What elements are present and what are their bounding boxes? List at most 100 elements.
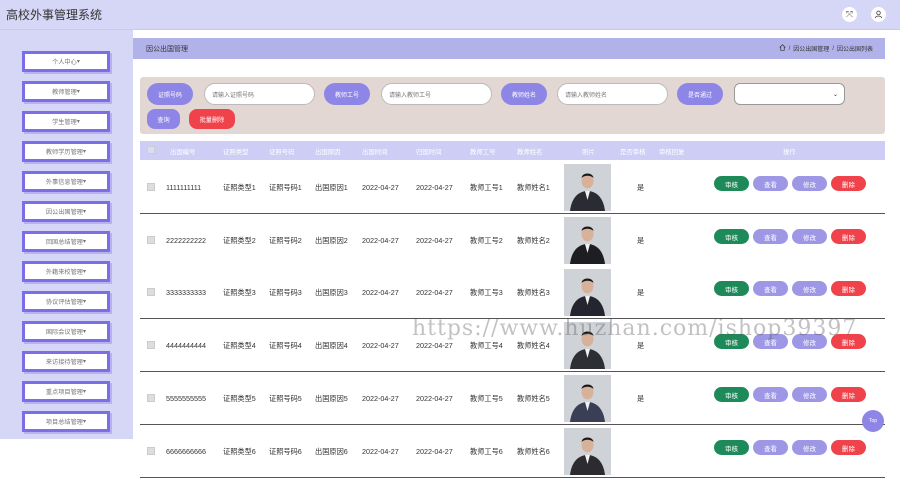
breadcrumb-item[interactable]: 因公出国管理	[793, 44, 829, 53]
chevron-down-icon: ▾	[83, 238, 87, 245]
sidebar-item[interactable]: 学生管理 ▾	[22, 111, 110, 132]
sidebar-item[interactable]: 因公出国管理 ▾	[22, 201, 110, 222]
edit-button[interactable]: 修改	[792, 229, 827, 244]
delete-button[interactable]: 删除	[831, 176, 866, 191]
sidebar-item[interactable]: 重点项目管理 ▾	[22, 381, 110, 402]
sidebar-item-label: 外籍来校管理	[45, 269, 83, 276]
review-button[interactable]: 审核	[714, 229, 749, 244]
row-checkbox[interactable]	[147, 183, 155, 191]
cell-cert_no: 证照号码3	[269, 288, 302, 297]
table-row: 1111111111 证照类型1 证照号码1 出国原因1 2022-04-27 2022-…	[140, 161, 885, 214]
search-button[interactable]: 查询	[147, 109, 180, 129]
cell-return: 2022-04-27	[416, 183, 453, 192]
cell-reason: 出国原因5	[315, 394, 348, 403]
batch-delete-button[interactable]: 批量删除	[189, 109, 235, 129]
view-button[interactable]: 查看	[753, 281, 788, 296]
column-header: 审核回复	[659, 149, 685, 156]
column-header: 归国时间	[416, 149, 442, 156]
review-button[interactable]: 审核	[714, 281, 749, 296]
view-button[interactable]: 查看	[753, 440, 788, 455]
column-header: 教师姓名	[517, 149, 543, 156]
cell-depart: 2022-04-27	[362, 288, 399, 297]
column-header: 是否审核	[620, 149, 646, 156]
fullscreen-icon[interactable]: ⤧	[842, 7, 857, 22]
delete-button[interactable]: 删除	[831, 440, 866, 455]
column-header: 出国原因	[315, 149, 341, 156]
sidebar-item-label: 个人中心	[52, 59, 77, 66]
view-button[interactable]: 查看	[753, 176, 788, 191]
row-checkbox[interactable]	[147, 341, 155, 349]
teacher-photo	[564, 428, 611, 475]
sidebar-item[interactable]: 来访接待管理 ▾	[22, 351, 110, 372]
sidebar-item-label: 项目总结管理	[45, 419, 83, 426]
view-button[interactable]: 查看	[753, 387, 788, 402]
column-header: 出国时间	[362, 149, 388, 156]
sidebar-item[interactable]: 个人中心 ▾	[22, 51, 110, 72]
sidebar-item-label: 回国总结管理	[45, 239, 83, 246]
review-button[interactable]: 审核	[714, 387, 749, 402]
column-header: 操作	[783, 149, 796, 156]
cell-depart: 2022-04-27	[362, 236, 399, 245]
cell-tno: 教师工号4	[470, 341, 503, 350]
chevron-down-icon: ▾	[83, 148, 87, 155]
teacher-name-input[interactable]: 请输入教师姓名	[557, 83, 668, 105]
filter-panel: 证照号码 请输入证照号码 教师工号 请输入教师工号 教师姓名 请输入教师姓名 是…	[140, 77, 885, 134]
review-button[interactable]: 审核	[714, 440, 749, 455]
cell-reason: 出国原因6	[315, 447, 348, 456]
chevron-down-icon: ▾	[83, 298, 87, 305]
review-button[interactable]: 审核	[714, 176, 749, 191]
row-checkbox[interactable]	[147, 394, 155, 402]
passed-select[interactable]: ⌄	[734, 83, 845, 105]
delete-button[interactable]: 删除	[831, 229, 866, 244]
sidebar-item[interactable]: 外籍来校管理 ▾	[22, 261, 110, 282]
cell-return: 2022-04-27	[416, 236, 453, 245]
cell-tno: 教师工号5	[470, 394, 503, 403]
cell-tname: 教师姓名5	[517, 394, 550, 403]
cell-no: 3333333333	[166, 288, 206, 297]
cell-cert_no: 证照号码5	[269, 394, 302, 403]
teacher-photo	[564, 164, 611, 211]
teacher-no-label: 教师工号	[324, 83, 370, 105]
sidebar-item[interactable]: 回国总结管理 ▾	[22, 231, 110, 252]
cell-approved: 是	[637, 236, 645, 245]
chevron-down-icon: ▾	[83, 358, 87, 365]
cell-cert_no: 证照号码6	[269, 447, 302, 456]
edit-button[interactable]: 修改	[792, 281, 827, 296]
sidebar-item[interactable]: 国际会议管理 ▾	[22, 321, 110, 342]
home-icon[interactable]	[779, 44, 786, 53]
chevron-down-icon: ▾	[83, 268, 87, 275]
row-checkbox[interactable]	[147, 447, 155, 455]
sidebar-item[interactable]: 项目总结管理 ▾	[22, 411, 110, 432]
cell-reason: 出国原因3	[315, 288, 348, 297]
cell-approved: 是	[637, 288, 645, 297]
cell-cert_no: 证照号码1	[269, 183, 302, 192]
sidebar-item[interactable]: 协议评估管理 ▾	[22, 291, 110, 312]
table-row: 3333333333 证照类型3 证照号码3 出国原因3 2022-04-27 2022-…	[140, 266, 885, 319]
edit-button[interactable]: 修改	[792, 176, 827, 191]
breadcrumb-bar: 因公出国管理 / 因公出国管理 / 因公出国列表	[133, 38, 885, 59]
sidebar-item[interactable]: 外事信息管理 ▾	[22, 171, 110, 192]
row-checkbox[interactable]	[147, 236, 155, 244]
sidebar-item-label: 外事信息管理	[45, 179, 83, 186]
user-icon[interactable]	[871, 7, 886, 22]
sidebar-item[interactable]: 教师学历管理 ▾	[22, 141, 110, 162]
sidebar-item-label: 因公出国管理	[45, 209, 83, 216]
delete-button[interactable]: 删除	[831, 281, 866, 296]
chevron-down-icon: ⌄	[832, 91, 838, 98]
cell-tno: 教师工号1	[470, 183, 503, 192]
chevron-down-icon: ▾	[83, 178, 87, 185]
edit-button[interactable]: 修改	[792, 440, 827, 455]
teacher-photo	[564, 217, 611, 264]
edit-button[interactable]: 修改	[792, 387, 827, 402]
cell-reason: 出国原因2	[315, 236, 348, 245]
delete-button[interactable]: 删除	[831, 387, 866, 402]
back-to-top-button[interactable]: Top	[862, 410, 884, 432]
table-row: 2222222222 证照类型2 证照号码2 出国原因2 2022-04-27 2022-…	[140, 214, 885, 267]
select-all-checkbox[interactable]	[147, 146, 155, 154]
sidebar-item[interactable]: 教师管理 ▾	[22, 81, 110, 102]
view-button[interactable]: 查看	[753, 229, 788, 244]
row-checkbox[interactable]	[147, 288, 155, 296]
cell-cert_type: 证照类型2	[223, 236, 256, 245]
teacher-no-input[interactable]: 请输入教师工号	[381, 83, 492, 105]
cert-no-input[interactable]: 请输入证照号码	[204, 83, 315, 105]
